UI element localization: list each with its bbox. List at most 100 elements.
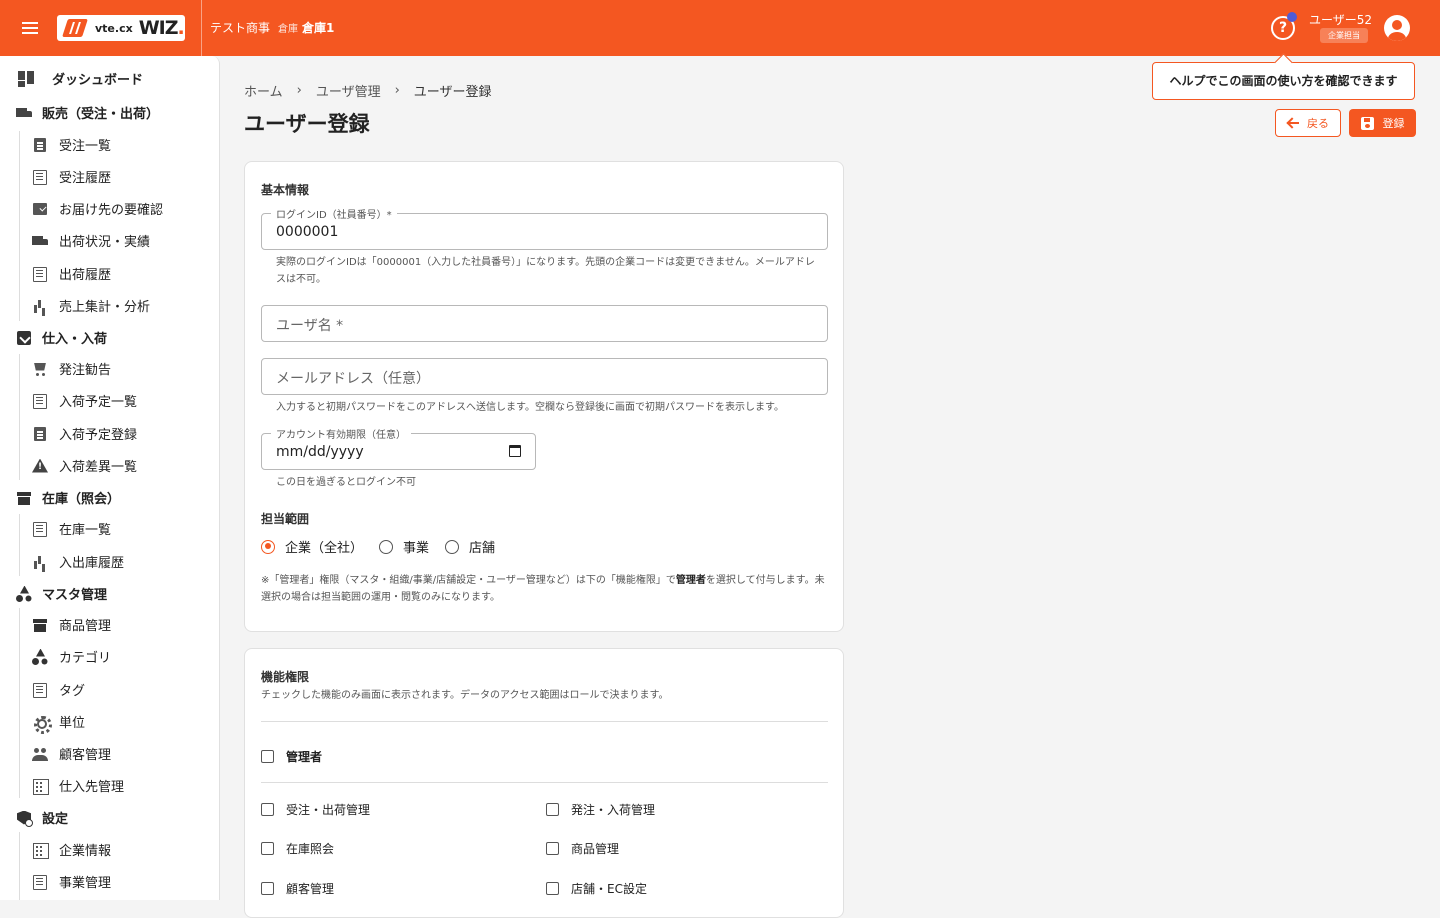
logo-dot: . — [177, 17, 185, 39]
sidebar-item-arrival-list[interactable]: 入荷予定一覧 — [32, 391, 137, 410]
sidebar-item-orders[interactable]: 受注一覧 — [32, 135, 111, 154]
clipboard-icon — [32, 137, 48, 153]
register-button[interactable]: 登録 — [1349, 109, 1416, 137]
sidebar-item-units[interactable]: 単位 — [32, 712, 85, 734]
building-icon — [32, 842, 49, 859]
page-title: ユーザー登録 — [244, 112, 370, 136]
sidebar-group-line — [19, 354, 20, 480]
scope-radio-business[interactable]: 事業 — [379, 537, 429, 556]
scope-radio-group: 企業（全社） 事業 店舗 — [261, 537, 511, 556]
admin-checkbox[interactable]: 管理者 — [261, 748, 322, 765]
breadcrumb: ホーム › ユーザ管理 › ユーザー登録 — [244, 81, 492, 100]
permissions-description: チェックした機能のみ画面に表示されます。データのアクセス範囲はロールで決まります… — [261, 690, 669, 701]
calendar-icon[interactable] — [509, 445, 521, 457]
sidebar-item-suppliers[interactable]: 仕入先管理 — [32, 776, 124, 795]
username-field[interactable]: ユーザ名 * — [261, 305, 828, 342]
sidebar-item-stock-history[interactable]: 入出庫履歴 — [32, 552, 124, 571]
list-icon — [32, 266, 48, 282]
email-field[interactable]: メールアドレス（任意） — [261, 358, 828, 395]
sidebar-group-line — [19, 131, 20, 321]
sidebar-group-line — [19, 514, 20, 576]
sidebar-item-customers[interactable]: 顧客管理 — [32, 744, 111, 763]
perm-checkbox-label: 顧客管理 — [286, 882, 335, 896]
sidebar-item-label: 事業管理 — [59, 876, 112, 891]
sidebar-item-company-info[interactable]: 企業情報 — [32, 840, 111, 859]
breadcrumb-home[interactable]: ホーム — [244, 81, 283, 100]
help-tooltip: ヘルプでこの画面の使い方を確認できます — [1152, 62, 1415, 100]
sidebar-group-purchasing[interactable]: 仕入・入荷 — [16, 328, 107, 347]
sidebar-item-label: カテゴリ — [59, 651, 112, 666]
sidebar-item-arrival-diff[interactable]: 入荷差異一覧 — [32, 456, 137, 475]
admin-checkbox-label: 管理者 — [286, 750, 323, 764]
list-icon — [32, 393, 48, 409]
logo-wiz-text: WIZ — [138, 17, 179, 39]
archive-icon — [32, 617, 48, 633]
sidebar-item-label: タグ — [59, 684, 86, 699]
login-id-value: 0000001 — [276, 224, 339, 240]
header-divider — [201, 0, 202, 56]
expiry-helper: この日を過ぎるとログイン不可 — [276, 477, 416, 488]
truck-icon — [32, 233, 48, 249]
sidebar-item-sales-analysis[interactable]: 売上集計・分析 — [32, 296, 150, 315]
admin-note-bold: 管理者 — [675, 575, 706, 586]
sidebar-item-arrival-register[interactable]: 入荷予定登録 — [32, 424, 137, 443]
sidebar-item-label: 出荷状況・実績 — [59, 235, 151, 250]
sidebar-item-business[interactable]: 事業管理 — [32, 872, 111, 891]
sidebar-group-settings[interactable]: 設定 — [16, 808, 68, 827]
hamburger-menu-icon[interactable] — [18, 16, 42, 40]
inbox-icon — [16, 330, 32, 346]
list-icon — [32, 169, 48, 185]
scope-radio-store[interactable]: 店舗 — [445, 537, 495, 556]
sidebar-item-label: 受注一覧 — [59, 139, 112, 154]
app-logo[interactable]: vte.cx WIZ. — [57, 15, 185, 41]
sidebar-item-category[interactable]: カテゴリ — [32, 647, 111, 666]
permissions-divider — [261, 721, 828, 722]
sidebar-item-products[interactable]: 商品管理 — [32, 615, 111, 634]
email-helper: 入力すると初期パスワードをこのアドレスへ送信します。空欄なら登録後に画面で初期パ… — [276, 402, 784, 413]
login-id-field[interactable]: ログインID（社員番号）* 0000001 — [261, 206, 828, 250]
expiry-date-label: アカウント有効期限（任意） — [271, 426, 411, 441]
radio-checked-icon — [261, 539, 275, 554]
sidebar-item-label: 顧客管理 — [59, 748, 112, 763]
sidebar-item-order-recommend[interactable]: 発注勧告 — [32, 359, 111, 378]
perm-checkbox-inventory[interactable]: 在庫照会 — [261, 840, 334, 857]
breadcrumb-current: ユーザー登録 — [413, 85, 492, 100]
checkbox-icon — [261, 882, 274, 895]
clipboard-icon — [32, 426, 48, 442]
sidebar-item-order-history[interactable]: 受注履歴 — [32, 167, 111, 186]
breadcrumb-user-management[interactable]: ユーザ管理 — [316, 81, 381, 100]
scope-radio-company[interactable]: 企業（全社） — [261, 537, 363, 556]
sidebar-item-label: お届け先の要確認 — [59, 203, 164, 218]
perm-checkbox-purchasing[interactable]: 発注・入荷管理 — [546, 801, 655, 818]
checkbox-icon — [261, 842, 274, 855]
back-button[interactable]: 戻る — [1275, 109, 1341, 137]
account-avatar-icon[interactable] — [1384, 15, 1410, 41]
arrow-left-icon — [1287, 117, 1299, 129]
sidebar-item-delivery-check[interactable]: お届け先の要確認 — [32, 199, 163, 218]
sidebar-group-inventory[interactable]: 在庫（照会） — [16, 488, 120, 507]
sidebar-item-inventory-list[interactable]: 在庫一覧 — [32, 519, 111, 538]
sidebar-group-master[interactable]: マスタ管理 — [16, 584, 107, 603]
expiry-date-field[interactable]: アカウント有効期限（任意） mm/dd/yyyy — [261, 426, 536, 470]
sidebar-item-dashboard[interactable]: ダッシュボード — [18, 69, 143, 88]
sidebar: ダッシュボード 販売（受注・出荷） 受注一覧 受注履歴 お届け先の要確認 出荷状… — [0, 56, 220, 900]
sidebar-group-line — [19, 832, 20, 900]
perm-checkbox-store-ec[interactable]: 店舗・EC設定 — [546, 880, 647, 897]
perm-checkbox-label: 在庫照会 — [286, 842, 335, 856]
perm-checkbox-orders[interactable]: 受注・出荷管理 — [261, 801, 370, 818]
sidebar-item-label: 売上集計・分析 — [59, 300, 151, 315]
sidebar-item-shipping-history[interactable]: 出荷履歴 — [32, 264, 111, 283]
sidebar-item-label: マスタ管理 — [42, 588, 108, 603]
radio-unchecked-icon — [445, 539, 460, 554]
section-title-basic: 基本情報 — [261, 183, 310, 197]
user-name: ユーザー52 — [1309, 13, 1373, 27]
sidebar-item-shipping-status[interactable]: 出荷状況・実績 — [32, 231, 150, 250]
sidebar-item-tags[interactable]: タグ — [32, 680, 85, 699]
sidebar-item-label: 在庫一覧 — [59, 523, 112, 538]
save-icon — [1360, 116, 1374, 130]
checkbox-icon — [261, 803, 274, 816]
sidebar-group-sales[interactable]: 販売（受注・出荷） — [16, 103, 159, 122]
perm-checkbox-products[interactable]: 商品管理 — [546, 840, 619, 857]
perm-checkbox-customers[interactable]: 顧客管理 — [261, 880, 334, 897]
sidebar-item-label: 在庫（照会） — [42, 492, 121, 507]
